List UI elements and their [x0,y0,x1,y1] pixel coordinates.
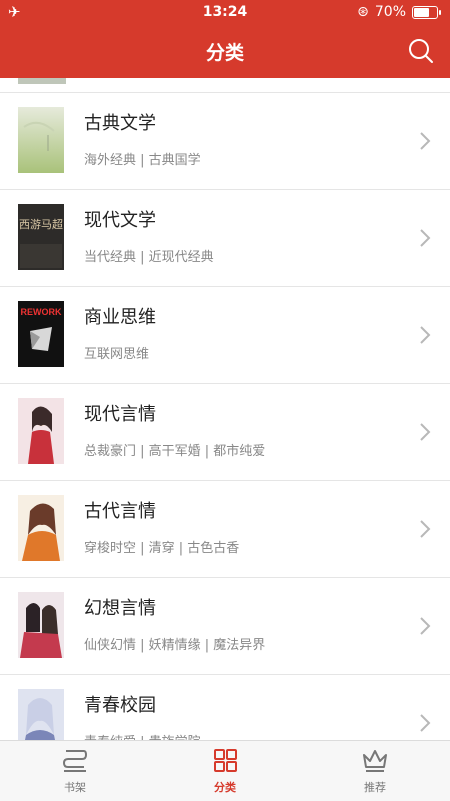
search-icon[interactable] [406,36,436,66]
chevron-right-icon [420,520,431,538]
page-title: 分类 [205,42,244,64]
battery-percent: 70% [374,4,406,20]
chevron-right-icon [420,132,431,150]
app-header: ✈ 13:24 ⊛ 70% 分类 [0,0,450,78]
bookshelf-icon [62,750,88,772]
chevron-right-icon [420,229,431,247]
category-title: 商业思维 [84,307,156,328]
tab-label: 推荐 [364,781,386,794]
list-item-partial [0,78,450,93]
tab-categories[interactable]: 分类 [180,747,270,799]
grid-icon [214,749,237,772]
chevron-right-icon [420,714,431,732]
category-row-modern-romance[interactable]: 现代言情 总裁豪门 | 高干军婚 | 都市纯爱 [0,384,450,481]
category-list[interactable]: 古典文学 海外经典 | 古典国学 西游马超 现代文学 当代经典 | 近现代经典 … [0,78,450,740]
cover-text: REWORK [21,307,62,317]
status-right: ⊛ 70% [357,4,441,20]
category-tags: 海外经典 | 古典国学 [84,153,201,168]
chevron-right-icon [420,617,431,635]
category-row-modern-lit[interactable]: 西游马超 现代文学 当代经典 | 近现代经典 [0,190,450,287]
category-tags: 互联网思维 [84,347,150,362]
book-cover-modern: 西游马超 [18,204,64,270]
tab-label: 分类 [214,781,236,794]
category-title: 现代言情 [84,404,156,425]
battery-icon [412,5,441,19]
chevron-right-icon [420,423,431,441]
category-title: 古代言情 [84,501,156,522]
chevron-right-icon [420,326,431,344]
book-cover-classical [18,107,64,173]
category-title: 幻想言情 [84,598,156,619]
category-title: 青春校园 [84,695,156,716]
category-row-youth-campus[interactable]: 青春校园 青春纯爱 | 贵族学院 [0,675,450,740]
tab-bookshelf[interactable]: 书架 [30,747,120,799]
category-title: 现代文学 [84,210,156,231]
status-bar: ✈ 13:24 ⊛ 70% [0,0,450,24]
book-cover-ancient-romance [18,495,64,561]
category-row-classical-lit[interactable]: 古典文学 海外经典 | 古典国学 [0,93,450,190]
category-tags: 穿梭时空 | 清穿 | 古色古香 [84,541,240,556]
tab-label: 书架 [64,781,86,794]
battery-fill [414,7,430,17]
category-tags: 青春纯爱 | 贵族学院 [84,731,201,740]
book-cover [18,78,66,84]
category-row-ancient-romance[interactable]: 古代言情 穿梭时空 | 清穿 | 古色古香 [0,481,450,578]
category-tags: 总裁豪门 | 高干军婚 | 都市纯爱 [84,444,266,459]
cover-text: 西游马超 [19,217,63,231]
category-title: 古典文学 [84,113,156,134]
orientation-lock-icon: ⊛ [357,4,369,20]
category-row-business[interactable]: REWORK 商业思维 互联网思维 [0,287,450,384]
book-cover-business: REWORK [18,301,64,367]
tab-recommend[interactable]: 推荐 [330,747,420,799]
category-tags: 当代经典 | 近现代经典 [84,250,214,265]
category-row-fantasy-romance[interactable]: 幻想言情 仙侠幻情 | 妖精情缘 | 魔法异界 [0,578,450,675]
book-cover-youth-campus [18,689,64,740]
bottom-tab-bar: 书架 分类 推荐 [0,740,450,801]
book-cover-fantasy-romance [18,592,64,658]
category-tags: 仙侠幻情 | 妖精情缘 | 魔法异界 [84,638,266,653]
book-cover-modern-romance [18,398,64,464]
crown-icon [363,750,387,772]
